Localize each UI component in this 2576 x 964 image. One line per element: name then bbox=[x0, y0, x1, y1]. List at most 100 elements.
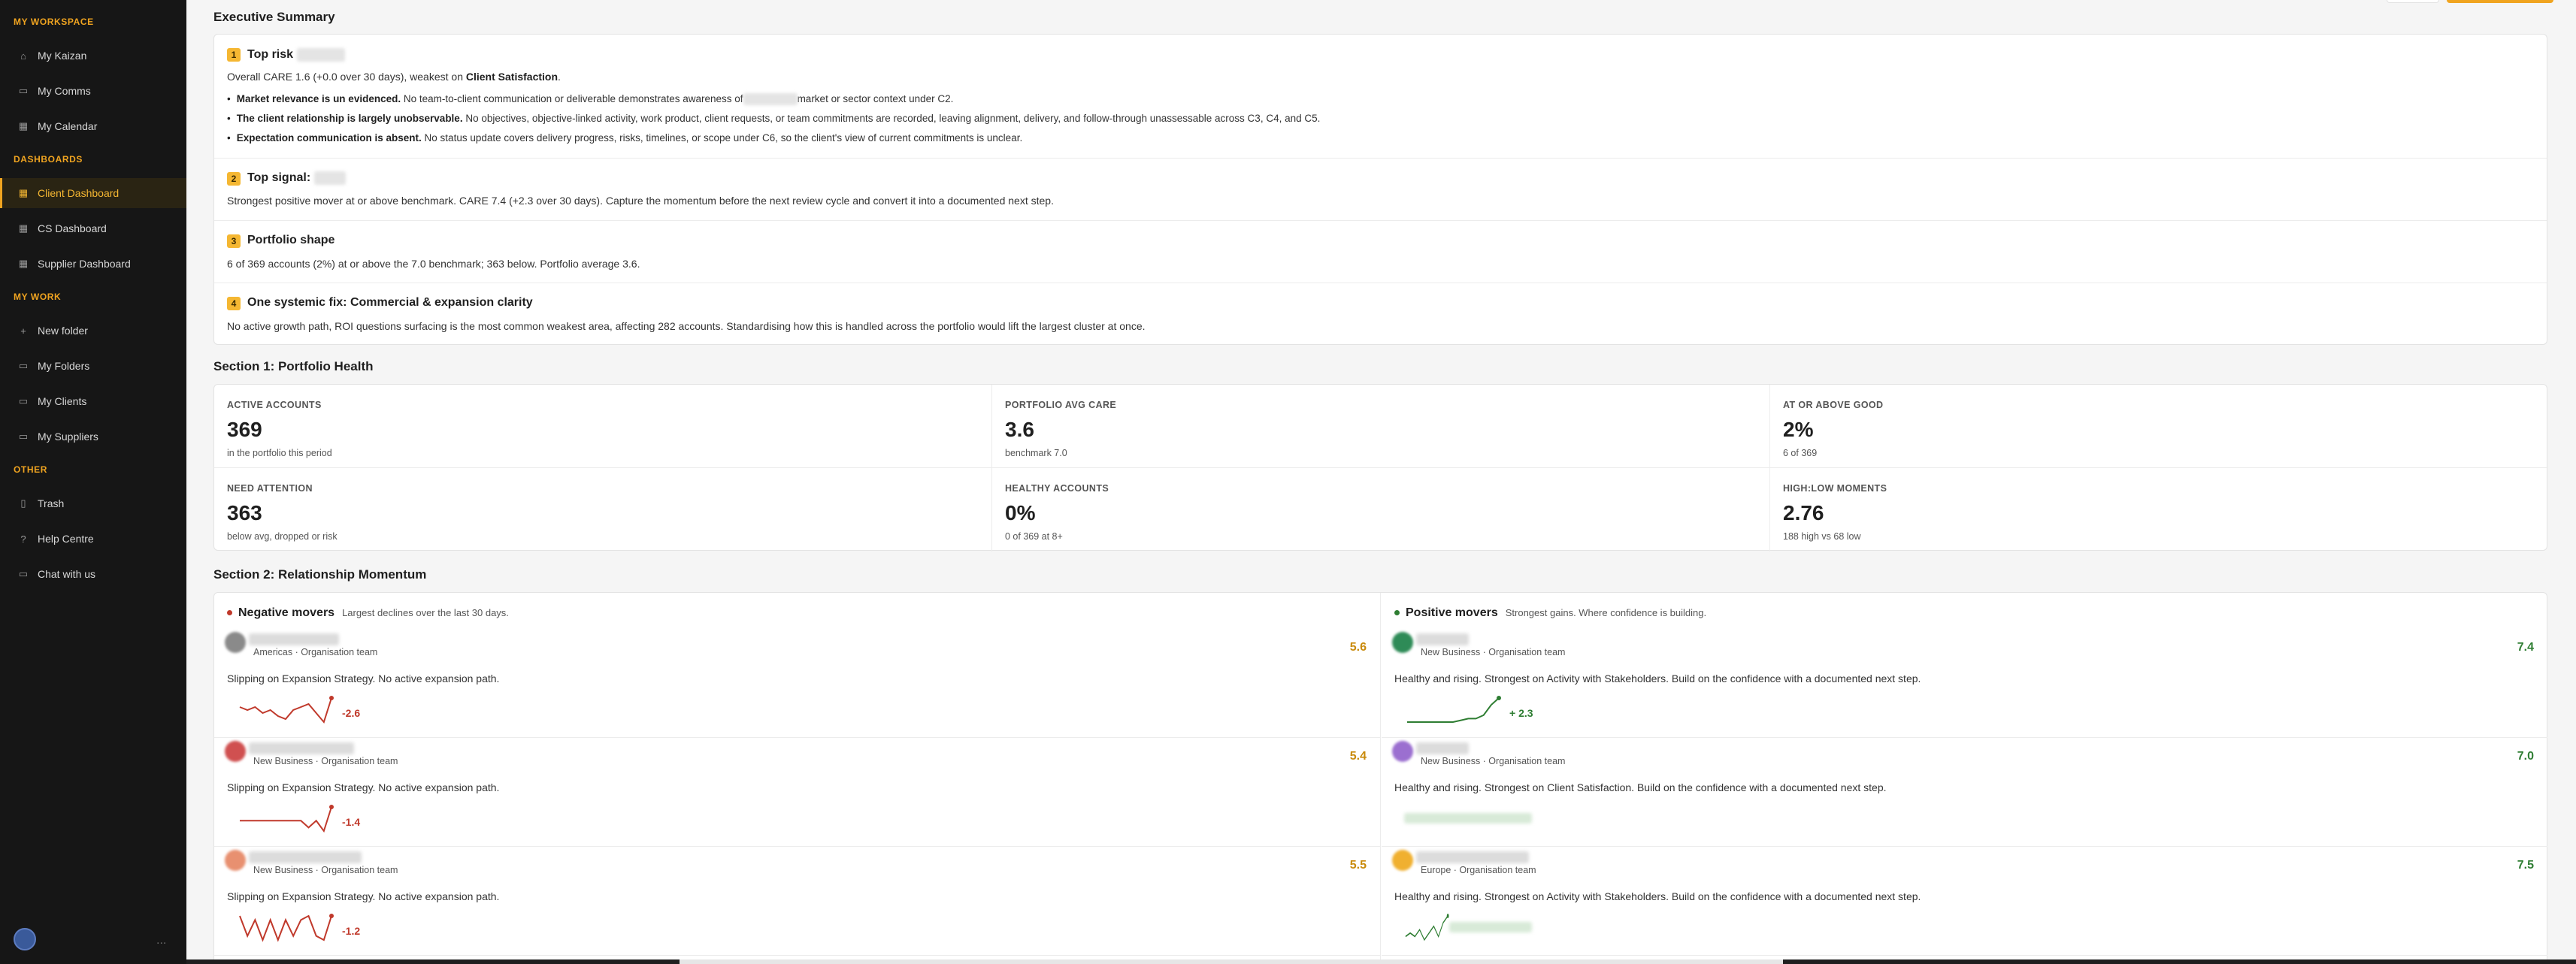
sparkline-endpoint bbox=[329, 805, 334, 809]
redacted-name bbox=[313, 171, 346, 185]
sparkline-path bbox=[239, 914, 332, 942]
client-meta: Europe · Organisation team bbox=[1421, 865, 1536, 875]
nav-label: Help Centre bbox=[38, 533, 94, 545]
exec-heading: Top signal: bbox=[247, 171, 346, 185]
mover-row[interactable]: New Business · Organisation team 5.4 Sli… bbox=[214, 738, 1380, 847]
negative-movers-column: Negative movers Largest declines over the… bbox=[214, 593, 1381, 964]
home-icon: ⌂ bbox=[20, 50, 26, 62]
nav-item-my-suppliers[interactable]: ▭ My Suppliers bbox=[0, 422, 186, 452]
relationship-momentum-card: Negative movers Largest declines over the… bbox=[213, 592, 2547, 964]
client-name-redacted bbox=[249, 851, 362, 863]
stat-portfolio-avg-care: PORTFOLIO AVG CARE 3.6 benchmark 7.0 bbox=[992, 385, 1770, 468]
mover-row[interactable]: New Business · Organisation team 7.0 Hea… bbox=[1382, 738, 2547, 847]
mover-row[interactable]: New Business · Organisation team 5.5 Sli… bbox=[214, 847, 1380, 956]
client-name-redacted bbox=[1416, 742, 1469, 754]
exec-bullet: Market relevance is un evidenced. No tea… bbox=[227, 93, 953, 106]
trend-sparkline bbox=[1407, 696, 1501, 723]
exec-heading: One systemic fix: Commercial & expansion… bbox=[247, 296, 533, 309]
scrollbar-thumb-left[interactable] bbox=[186, 959, 680, 964]
mover-description: Healthy and rising. Strongest on Activit… bbox=[1394, 672, 1921, 684]
mover-description: Healthy and rising. Strongest on Client … bbox=[1394, 781, 1887, 793]
care-score: 5.5 bbox=[1349, 859, 1367, 872]
stat-label: HEALTHY ACCOUNTS bbox=[1005, 483, 1109, 494]
exec-block-portfolio-shape: 3 Portfolio shape 6 of 369 accounts (2%)… bbox=[214, 221, 2547, 283]
nav-item-client-dashboard[interactable]: ▦ Client Dashboard bbox=[0, 178, 186, 208]
nav-item-my-calendar[interactable]: ▦ My Calendar bbox=[0, 111, 186, 141]
mover-row[interactable]: New Business · Organisation team 7.4 Hea… bbox=[1382, 629, 2547, 738]
stat-label: PORTFOLIO AVG CARE bbox=[1005, 400, 1117, 410]
stat-sub: benchmark 7.0 bbox=[1005, 448, 1067, 458]
top-primary-button[interactable] bbox=[2447, 0, 2553, 3]
positive-movers-column: Positive movers Strongest gains. Where co… bbox=[1382, 593, 2547, 964]
client-avatar bbox=[225, 850, 246, 871]
nav-item-new-folder[interactable]: + New folder bbox=[0, 316, 186, 346]
stat-sub: in the portfolio this period bbox=[227, 448, 332, 458]
number-badge: 1 bbox=[227, 48, 241, 62]
mover-row[interactable]: Europe · Organisation team 7.5 Healthy a… bbox=[1382, 847, 2547, 956]
stat-value: 0% bbox=[1005, 501, 1036, 524]
executive-summary-title: Executive Summary bbox=[213, 10, 335, 24]
exec-bullet: Expectation communication is absent. No … bbox=[227, 132, 1022, 144]
redacted-name bbox=[743, 93, 798, 106]
stat-value: 3.6 bbox=[1005, 418, 1034, 441]
sparkline-path bbox=[1405, 915, 1448, 941]
folder-icon: ▭ bbox=[18, 431, 29, 442]
scrollbar-thumb-right[interactable] bbox=[1783, 959, 2576, 964]
stat-active-accounts: ACTIVE ACCOUNTS 369 in the portfolio thi… bbox=[214, 385, 992, 468]
nav-label: My Calendar bbox=[38, 120, 98, 132]
nav-item-my-clients[interactable]: ▭ My Clients bbox=[0, 386, 186, 416]
nav-item-trash[interactable]: ▯ Trash bbox=[0, 488, 186, 518]
trash-icon: ▯ bbox=[20, 497, 26, 509]
stat-at-or-above-good: AT OR ABOVE GOOD 2% 6 of 369 bbox=[1770, 385, 2548, 468]
nav-item-help-centre[interactable]: ? Help Centre bbox=[0, 524, 186, 554]
nav-item-my-kaizan[interactable]: ⌂ My Kaizan bbox=[0, 41, 186, 71]
nav-item-supplier-dashboard[interactable]: ▦ Supplier Dashboard bbox=[0, 249, 186, 279]
score-delta: -2.6 bbox=[342, 707, 361, 719]
section-header-my-workspace: MY WORKSPACE bbox=[14, 17, 94, 27]
nav-label: My Comms bbox=[38, 85, 91, 97]
client-avatar bbox=[1392, 632, 1413, 653]
relationship-momentum-title: Section 2: Relationship Momentum bbox=[213, 567, 427, 582]
nav-item-chat-with-us[interactable]: ▭ Chat with us bbox=[0, 559, 186, 589]
client-avatar bbox=[1392, 741, 1413, 762]
client-name-redacted bbox=[249, 633, 339, 645]
nav-label: My Folders bbox=[38, 360, 90, 372]
score-delta: + 2.3 bbox=[1509, 707, 1533, 719]
client-avatar bbox=[225, 632, 246, 653]
stat-label: ACTIVE ACCOUNTS bbox=[227, 400, 322, 410]
sparkline-path bbox=[240, 806, 332, 833]
stat-sub: 188 high vs 68 low bbox=[1783, 531, 1861, 542]
stat-need-attention: NEED ATTENTION 363 below avg, dropped or… bbox=[214, 468, 992, 552]
exec-line: No active growth path, ROI questions sur… bbox=[227, 320, 1146, 332]
nav-item-cs-dashboard[interactable]: ▦ CS Dashboard bbox=[0, 213, 186, 243]
nav-item-my-folders[interactable]: ▭ My Folders bbox=[0, 351, 186, 381]
grid-icon: ▦ bbox=[18, 258, 29, 269]
stat-sub: 6 of 369 bbox=[1783, 448, 1818, 458]
mover-description: Slipping on Expansion Strategy. No activ… bbox=[227, 672, 500, 684]
exec-heading: Top risk bbox=[247, 48, 345, 62]
plus-icon: + bbox=[20, 325, 26, 337]
exec-heading: Portfolio shape bbox=[247, 234, 335, 246]
top-secondary-button[interactable] bbox=[2387, 0, 2439, 3]
chat-icon: ▭ bbox=[18, 85, 29, 96]
exec-block-systemic-fix: 4 One systemic fix: Commercial & expansi… bbox=[214, 283, 2547, 346]
number-badge: 4 bbox=[227, 297, 241, 310]
stat-label: HIGH:LOW MOMENTS bbox=[1783, 483, 1887, 494]
exec-line: Overall CARE 1.6 (+0.0 over 30 days), we… bbox=[227, 71, 561, 83]
client-meta: Americas · Organisation team bbox=[253, 647, 378, 657]
exec-block-top-risk: 1 Top risk Overall CARE 1.6 (+0.0 over 3… bbox=[214, 35, 2547, 159]
sparkline-endpoint bbox=[329, 914, 334, 918]
exec-bullet: The client relationship is largely unobs… bbox=[227, 113, 1321, 124]
client-meta: New Business · Organisation team bbox=[1421, 756, 1566, 766]
number-badge: 3 bbox=[227, 234, 241, 248]
stat-value: 369 bbox=[227, 418, 262, 441]
portfolio-health-title: Section 1: Portfolio Health bbox=[213, 359, 374, 373]
client-name-redacted bbox=[1416, 851, 1529, 863]
user-avatar[interactable] bbox=[14, 928, 36, 950]
more-icon[interactable]: ... bbox=[156, 934, 166, 947]
exec-block-top-signal: 2 Top signal: Strongest positive mover a… bbox=[214, 159, 2547, 221]
nav-item-my-comms[interactable]: ▭ My Comms bbox=[0, 76, 186, 106]
mover-row[interactable]: Americas · Organisation team 5.6 Slippin… bbox=[214, 629, 1380, 738]
section-header-my-work: MY WORK bbox=[14, 292, 62, 302]
client-name-redacted bbox=[249, 742, 354, 754]
